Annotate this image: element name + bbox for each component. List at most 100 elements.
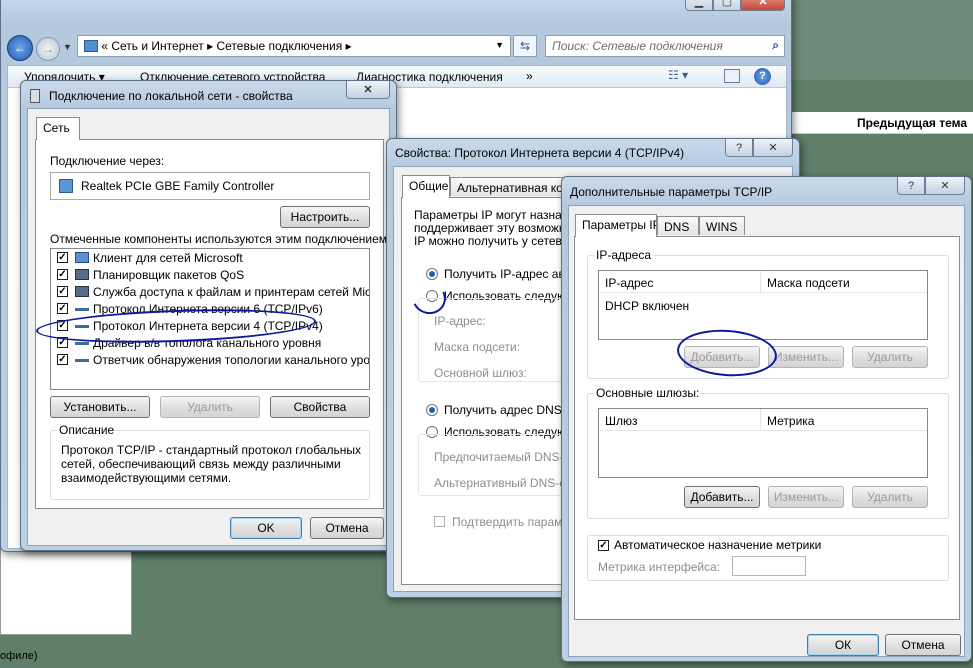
minimize-icon[interactable]: ▁: [685, 0, 713, 11]
auto-dns-radio[interactable]: [426, 404, 438, 416]
explorer-caption-buttons: ▁ ▢ ✕: [685, 0, 785, 11]
edit-ip-button[interactable]: Изменить...: [768, 346, 844, 368]
adapter-box: Realtek PCIe GBE Family Controller: [50, 172, 370, 200]
help-icon[interactable]: ?: [725, 139, 753, 157]
refresh-button[interactable]: ⇆: [513, 35, 537, 57]
breadcrumb-network-internet[interactable]: Сеть и Интернет: [111, 39, 203, 53]
breadcrumb-separator-icon: ▸: [345, 39, 352, 53]
lan-dialog-title: Подключение по локальной сети - свойства: [49, 89, 293, 103]
tab-wins[interactable]: WINS: [699, 216, 745, 235]
service-icon: [75, 286, 89, 297]
history-dropdown-icon[interactable]: ▼: [63, 42, 72, 52]
forward-button[interactable]: →: [36, 37, 60, 61]
ipv4-dialog-title: Свойства: Протокол Интернета версии 4 (T…: [395, 146, 685, 160]
tab-alternate-config[interactable]: Альтернативная конфигурация: [450, 177, 570, 196]
arrow-right-icon: →: [42, 42, 54, 56]
checkbox-checked[interactable]: ✓: [57, 269, 68, 280]
advanced-dialog-title: Дополнительные параметры TCP/IP: [570, 185, 773, 199]
properties-button[interactable]: Свойства: [270, 396, 370, 418]
remove-gateway-button[interactable]: Удалить: [852, 486, 928, 508]
column-header-subnet[interactable]: Маска подсети: [761, 271, 927, 293]
view-options-icon[interactable]: ☷ ▾: [668, 68, 688, 82]
search-icon[interactable]: ⌕: [772, 38, 779, 53]
help-icon[interactable]: ?: [897, 177, 925, 195]
checkbox-checked[interactable]: ✓: [57, 354, 68, 365]
metric-group: ✓ Автоматическое назначение метрики Метр…: [587, 535, 949, 581]
checkbox-checked[interactable]: ✓: [57, 252, 68, 263]
add-gateway-button[interactable]: Добавить...: [684, 486, 760, 508]
arrow-left-icon: ←: [14, 41, 26, 55]
auto-metric-checkbox[interactable]: ✓: [598, 540, 609, 551]
ip-addresses-group-label: IP-адреса: [594, 248, 654, 262]
list-item[interactable]: ✓ Клиент для сетей Microsoft: [51, 249, 369, 266]
protocol-icon: [75, 342, 89, 345]
auto-metric-label[interactable]: Автоматическое назначение метрики: [614, 538, 824, 552]
adapter-name: Realtek PCIe GBE Family Controller: [81, 179, 275, 193]
close-icon[interactable]: ✕: [753, 139, 793, 157]
column-header-metric[interactable]: Метрика: [761, 409, 927, 431]
cancel-button[interactable]: Отмена: [885, 634, 961, 656]
advanced-tcpip-dialog: Дополнительные параметры TCP/IP ? ✕ Пара…: [561, 176, 972, 662]
remove-ip-button[interactable]: Удалить: [852, 346, 928, 368]
back-button[interactable]: ←: [7, 35, 33, 61]
maximize-icon[interactable]: ▢: [713, 0, 741, 11]
service-icon: [75, 269, 89, 280]
background-textarea: [0, 540, 132, 635]
preview-pane-icon[interactable]: [724, 69, 740, 83]
gateway-label: Основной шлюз:: [434, 366, 527, 380]
protocol-icon: [75, 359, 89, 362]
list-item[interactable]: ✓ Служба доступа к файлам и принтерам сет…: [51, 283, 369, 300]
validate-checkbox[interactable]: [434, 516, 445, 527]
edit-gateway-button[interactable]: Изменить...: [768, 486, 844, 508]
subnet-mask-label: Маска подсети:: [434, 340, 521, 354]
install-button[interactable]: Установить...: [50, 396, 150, 418]
ok-button[interactable]: ОК: [807, 634, 879, 656]
column-header-ip[interactable]: IP-адрес: [599, 271, 761, 293]
cancel-button[interactable]: Отмена: [310, 517, 384, 539]
network-client-icon: [75, 252, 89, 263]
auto-ip-radio[interactable]: [426, 268, 438, 280]
gateways-group: Основные шлюзы: Шлюз Метрика Добавить...…: [587, 386, 949, 519]
connect-using-label: Подключение через:: [50, 154, 165, 168]
tab-dns[interactable]: DNS: [657, 216, 699, 235]
interface-metric-input[interactable]: [732, 556, 806, 576]
ip-settings-tab-panel: IP-адреса IP-адрес Маска подсети DHCP вк…: [574, 236, 960, 620]
breadcrumb-connections[interactable]: Сетевые подключения: [216, 39, 342, 53]
ip-address-list: IP-адрес Маска подсети DHCP включен: [598, 270, 928, 340]
gateway-list: Шлюз Метрика: [598, 408, 928, 478]
list-item[interactable]: ✓ Ответчик обнаружения топологии канально…: [51, 351, 369, 368]
close-icon[interactable]: ✕: [346, 81, 390, 99]
forum-prev-topic[interactable]: Предыдущая тема: [857, 116, 967, 130]
gateways-group-label: Основные шлюзы:: [594, 386, 702, 400]
background-footer-text: офиле): [0, 650, 38, 662]
ip-address-label: IP-адрес:: [434, 314, 486, 328]
description-group: Описание Протокол TCP/IP - стандартный п…: [50, 423, 370, 500]
close-icon[interactable]: ✕: [925, 177, 965, 195]
components-label: Отмеченные компоненты используются этим …: [50, 232, 391, 246]
tab-general[interactable]: Общие: [402, 175, 450, 198]
list-item[interactable]: ✓ Планировщик пакетов QoS: [51, 266, 369, 283]
column-header-gateway[interactable]: Шлюз: [599, 409, 761, 431]
tab-network[interactable]: Сеть: [36, 117, 80, 140]
refresh-icon: ⇆: [519, 39, 531, 53]
address-bar[interactable]: « Сеть и Интернет ▸ Сетевые подключения …: [77, 35, 511, 57]
table-row[interactable]: DHCP включен: [605, 299, 689, 313]
close-icon[interactable]: ✕: [741, 0, 785, 11]
network-card-icon: [59, 179, 73, 193]
checkbox-checked[interactable]: ✓: [57, 286, 68, 297]
more-commands[interactable]: »: [526, 69, 533, 83]
forum-bar: Предыдущая тема: [785, 112, 973, 134]
network-adapter-title-icon: [30, 89, 40, 103]
interface-metric-label: Метрика интерфейса:: [598, 560, 721, 574]
address-dropdown-icon[interactable]: ▼: [495, 40, 504, 50]
advanced-dialog-client: Параметры IP DNS WINS IP-адреса IP-адрес…: [568, 205, 965, 657]
tab-ip-settings[interactable]: Параметры IP: [575, 214, 657, 237]
help-icon[interactable]: ?: [754, 68, 771, 85]
search-input[interactable]: Поиск: Сетевые подключения: [552, 39, 723, 53]
configure-button[interactable]: Настроить...: [280, 206, 370, 228]
ok-button[interactable]: OK: [230, 517, 302, 539]
remove-button[interactable]: Удалить: [160, 396, 260, 418]
checkbox-checked[interactable]: ✓: [57, 303, 68, 314]
description-group-label: Описание: [57, 423, 117, 437]
search-box[interactable]: Поиск: Сетевые подключения ⌕: [545, 35, 785, 57]
